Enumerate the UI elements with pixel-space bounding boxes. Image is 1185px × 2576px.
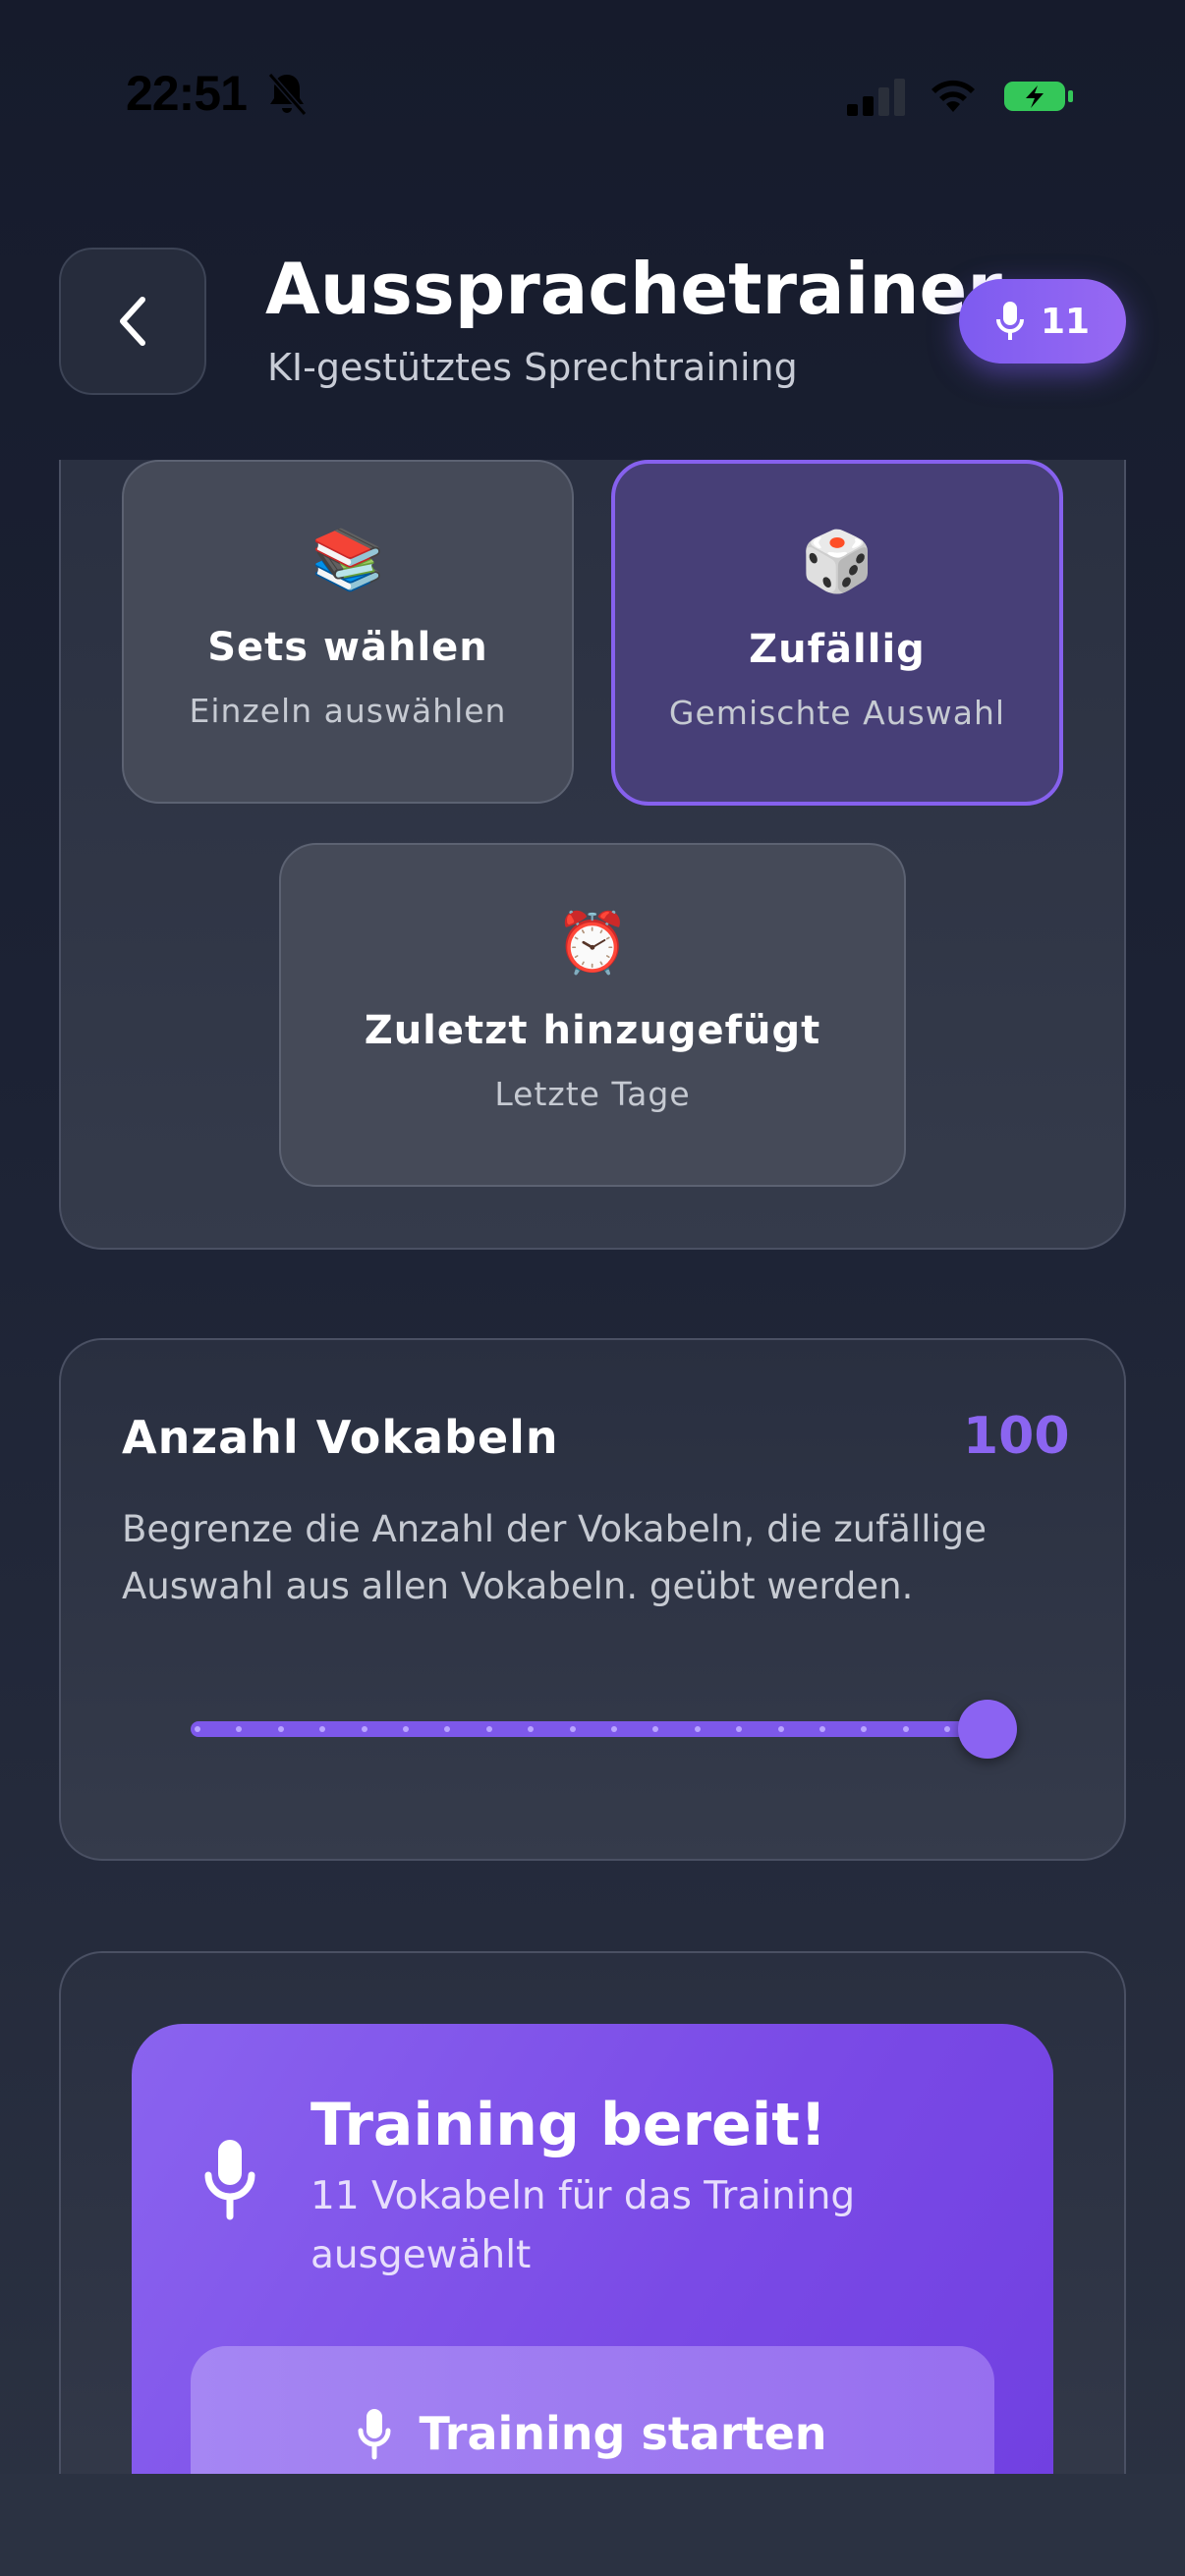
slider-tick xyxy=(569,1726,576,1732)
bell-slash-icon xyxy=(267,73,308,116)
option-zuletzt-hinzugefuegt[interactable]: ⏰ Zuletzt hinzugefügt Letzte Tage xyxy=(279,843,906,1187)
slider-tick xyxy=(777,1726,784,1732)
start-training-label: Training starten xyxy=(419,2407,827,2460)
microphone-icon xyxy=(995,302,1024,340)
option-subtitle: Einzeln auswählen xyxy=(189,692,507,730)
slider-tick xyxy=(195,1726,200,1732)
battery-charging-icon xyxy=(1004,82,1073,111)
dice-icon: 🎲 xyxy=(800,528,875,596)
slider-tick xyxy=(277,1726,284,1732)
slider-tick xyxy=(819,1726,825,1732)
training-ready-title: Training bereit! xyxy=(310,2091,827,2159)
badge-count: 11 xyxy=(1040,301,1091,342)
vocab-slider-thumb[interactable] xyxy=(958,1700,1017,1759)
option-sets-waehlen[interactable]: 📚 Sets wählen Einzeln auswählen xyxy=(122,460,574,804)
back-button[interactable] xyxy=(59,248,206,395)
option-title: Zufällig xyxy=(749,627,926,672)
vocab-count-badge[interactable]: 11 xyxy=(959,279,1126,364)
option-title: Sets wählen xyxy=(207,625,488,670)
microphone-icon xyxy=(358,2409,391,2460)
bottom-safe-area xyxy=(0,2474,1185,2576)
slider-tick xyxy=(485,1726,492,1732)
status-time: 22:51 xyxy=(126,66,248,121)
option-subtitle: Letzte Tage xyxy=(494,1075,691,1113)
start-training-button[interactable]: Training starten xyxy=(191,2346,994,2478)
alarm-clock-icon: ⏰ xyxy=(555,909,630,978)
slider-tick xyxy=(361,1726,367,1732)
vocab-slider-track[interactable] xyxy=(191,1721,987,1737)
scroll-content[interactable]: 📚 Sets wählen Einzeln auswählen 🎲 Zufäll… xyxy=(0,460,1185,2478)
training-ready-subtitle: 11 Vokabeln für das Training ausgewählt xyxy=(310,2174,856,2277)
vocab-count-description: Begrenze die Anzahl der Vokabeln, die zu… xyxy=(122,1508,988,1607)
page-title: Aussprachetrainer xyxy=(265,248,1002,330)
vocab-count-value: 100 xyxy=(963,1407,1070,1466)
slider-tick xyxy=(902,1726,909,1732)
option-title: Zuletzt hinzugefügt xyxy=(364,1008,821,1053)
option-zufaellig[interactable]: 🎲 Zufällig Gemischte Auswahl xyxy=(611,460,1063,806)
option-subtitle: Gemischte Auswahl xyxy=(668,694,1006,732)
books-icon: 📚 xyxy=(310,526,385,594)
slider-tick xyxy=(694,1726,701,1732)
page-subtitle: KI-gestütztes Sprechtraining xyxy=(267,346,798,389)
chevron-left-icon xyxy=(120,297,145,346)
slider-tick xyxy=(611,1726,617,1732)
wifi-icon xyxy=(931,80,975,112)
microphone-icon xyxy=(204,2140,255,2220)
vocab-count-title: Anzahl Vokabeln xyxy=(122,1411,559,1464)
slider-tick xyxy=(403,1726,409,1732)
signal-icon xyxy=(847,79,905,116)
